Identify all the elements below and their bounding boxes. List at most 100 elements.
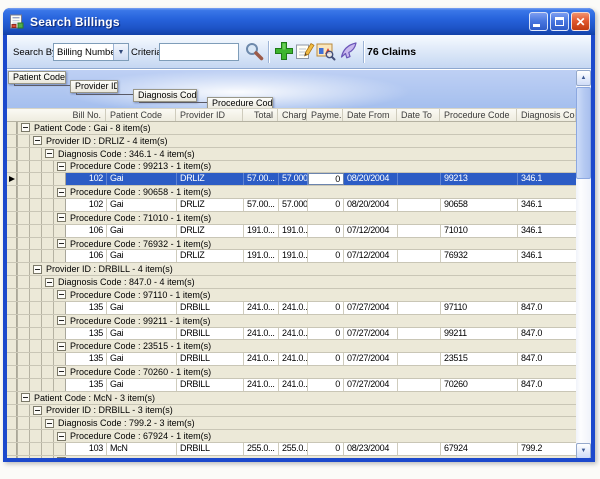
cell-date_from[interactable]: 08/20/2004 <box>344 199 398 211</box>
cell-payments[interactable]: 0 <box>308 173 344 185</box>
scrollbar-thumb[interactable] <box>576 87 591 179</box>
row-selector-gutter[interactable] <box>7 263 17 275</box>
group-row[interactable]: Procedure Code : 99213 - 1 item(s) <box>7 161 576 174</box>
cell-procedure_code[interactable]: 99213 <box>441 173 518 185</box>
cell-diagnosis_code[interactable]: 799.2 <box>518 443 576 455</box>
row-selector-gutter[interactable] <box>7 199 17 211</box>
row-selector-gutter[interactable] <box>7 366 17 378</box>
cell-date_to[interactable] <box>398 328 441 340</box>
row-selector-gutter[interactable] <box>7 186 17 198</box>
row-selector-gutter[interactable] <box>7 417 17 429</box>
column-header-total[interactable]: Total <box>243 109 278 121</box>
cell-procedure_code[interactable]: 71010 <box>441 225 518 237</box>
cell-bill_no[interactable]: 135 <box>66 328 107 340</box>
cell-diagnosis_code[interactable]: 847.0 <box>518 379 576 391</box>
column-header-date_from[interactable]: Date From <box>343 109 397 121</box>
cell-charges[interactable]: 255.0... <box>279 443 308 455</box>
collapse-icon[interactable] <box>21 393 30 402</box>
collapse-icon[interactable] <box>57 188 66 197</box>
collapse-icon[interactable] <box>57 290 66 299</box>
cell-provider_id[interactable]: DRLIZ <box>177 225 244 237</box>
cell-charges[interactable]: 57.0000 <box>279 199 308 211</box>
cell-date_from[interactable]: 07/12/2004 <box>344 225 398 237</box>
row-selector-gutter[interactable] <box>7 379 17 391</box>
cell-procedure_code[interactable]: 23515 <box>441 353 518 365</box>
column-header-patient_code[interactable]: Patient Code <box>106 109 176 121</box>
criteria-input[interactable] <box>159 43 239 61</box>
cell-bill_no[interactable]: 106 <box>66 225 107 237</box>
row-selector-gutter[interactable] <box>7 276 17 288</box>
collapse-icon[interactable] <box>33 136 42 145</box>
cell-charges[interactable]: 191.0... <box>279 250 308 262</box>
cell-bill_no[interactable]: 135 <box>66 353 107 365</box>
cell-payments[interactable]: 0 <box>308 302 344 314</box>
collapse-icon[interactable] <box>33 265 42 274</box>
cell-charges[interactable]: 241.0... <box>279 379 308 391</box>
send-button[interactable] <box>337 41 359 63</box>
row-selector-gutter[interactable] <box>7 135 17 147</box>
cell-date_to[interactable] <box>398 250 441 262</box>
cell-patient_code[interactable]: McN <box>107 443 177 455</box>
cell-date_to[interactable] <box>398 443 441 455</box>
column-header-provider_id[interactable]: Provider ID <box>176 109 243 121</box>
group-chip-patient-code[interactable]: Patient Code <box>8 71 66 84</box>
cell-patient_code[interactable]: Gai <box>107 328 177 340</box>
collapse-icon[interactable] <box>57 162 66 171</box>
row-selector-gutter[interactable] <box>7 238 17 250</box>
column-header-date_to[interactable]: Date To <box>397 109 440 121</box>
row-selector-gutter[interactable] <box>7 250 17 262</box>
search-by-select[interactable]: Billing Number ▼ <box>53 43 129 61</box>
column-header-diagnosis_code[interactable]: Diagnosis Code <box>517 109 576 121</box>
row-selector-gutter[interactable] <box>7 456 17 458</box>
cell-bill_no[interactable]: 135 <box>66 379 107 391</box>
row-selector-gutter[interactable] <box>7 122 17 134</box>
cell-bill_no[interactable]: 106 <box>66 250 107 262</box>
cell-payments[interactable]: 0 <box>308 353 344 365</box>
row-selector-gutter[interactable] <box>7 289 17 301</box>
cell-patient_code[interactable]: Gai <box>107 225 177 237</box>
collapse-icon[interactable] <box>57 239 66 248</box>
vertical-scrollbar[interactable]: ▲ ▼ <box>576 70 591 458</box>
cell-bill_no[interactable]: 102 <box>66 199 107 211</box>
minimize-button[interactable] <box>529 12 548 31</box>
cell-date_to[interactable] <box>398 353 441 365</box>
cell-payments[interactable]: 0 <box>308 379 344 391</box>
data-row[interactable]: 135GaiDRBILL241.0...241.0...007/27/20042… <box>7 353 576 366</box>
cell-diagnosis_code[interactable]: 346.1 <box>518 250 576 262</box>
group-row[interactable]: Provider ID : DRLIZ - 4 item(s) <box>7 135 576 148</box>
row-selector-gutter[interactable] <box>7 328 17 340</box>
cell-total[interactable]: 241.0... <box>244 302 279 314</box>
cell-provider_id[interactable]: DRLIZ <box>177 199 244 211</box>
group-row[interactable]: Patient Code : Gai - 8 item(s) <box>7 122 576 135</box>
cell-payments[interactable]: 0 <box>308 250 344 262</box>
cell-date_from[interactable]: 07/27/2004 <box>344 302 398 314</box>
cell-total[interactable]: 57.00... <box>244 199 279 211</box>
collapse-icon[interactable] <box>45 419 54 428</box>
scroll-up-button[interactable]: ▲ <box>576 70 591 86</box>
cell-diagnosis_code[interactable]: 847.0 <box>518 328 576 340</box>
data-row[interactable]: 103McNDRBILL255.0...255.0...008/23/20046… <box>7 443 576 456</box>
collapse-icon[interactable] <box>57 316 66 325</box>
row-selector-gutter[interactable] <box>7 405 17 417</box>
row-selector-gutter[interactable] <box>7 443 17 455</box>
cell-diagnosis_code[interactable]: 847.0 <box>518 353 576 365</box>
chevron-down-icon[interactable]: ▼ <box>113 44 128 60</box>
group-row[interactable]: Diagnosis Code : 346.1 - 4 item(s) <box>7 148 576 161</box>
data-row[interactable]: 106GaiDRLIZ191.0...191.0...007/12/200476… <box>7 250 576 263</box>
column-header-charges[interactable]: Charges <box>278 109 307 121</box>
row-selector-gutter[interactable] <box>7 392 17 404</box>
cell-patient_code[interactable]: Gai <box>107 353 177 365</box>
search-button[interactable] <box>243 41 265 63</box>
row-selector-gutter[interactable] <box>7 173 17 185</box>
cell-provider_id[interactable]: DRLIZ <box>177 250 244 262</box>
data-row[interactable]: 102GaiDRLIZ57.00...57.0000008/20/2004906… <box>7 199 576 212</box>
cell-total[interactable]: 255.0... <box>244 443 279 455</box>
row-selector-gutter[interactable] <box>7 430 17 442</box>
collapse-icon[interactable] <box>45 149 54 158</box>
cell-date_from[interactable]: 07/27/2004 <box>344 353 398 365</box>
group-row[interactable]: Provider ID : DRBILL - 3 item(s) <box>7 405 576 418</box>
scroll-down-button[interactable]: ▼ <box>576 443 591 458</box>
row-selector-gutter[interactable] <box>7 161 17 173</box>
data-row[interactable]: 135GaiDRBILL241.0...241.0...007/27/20047… <box>7 379 576 392</box>
row-selector-gutter[interactable] <box>7 212 17 224</box>
